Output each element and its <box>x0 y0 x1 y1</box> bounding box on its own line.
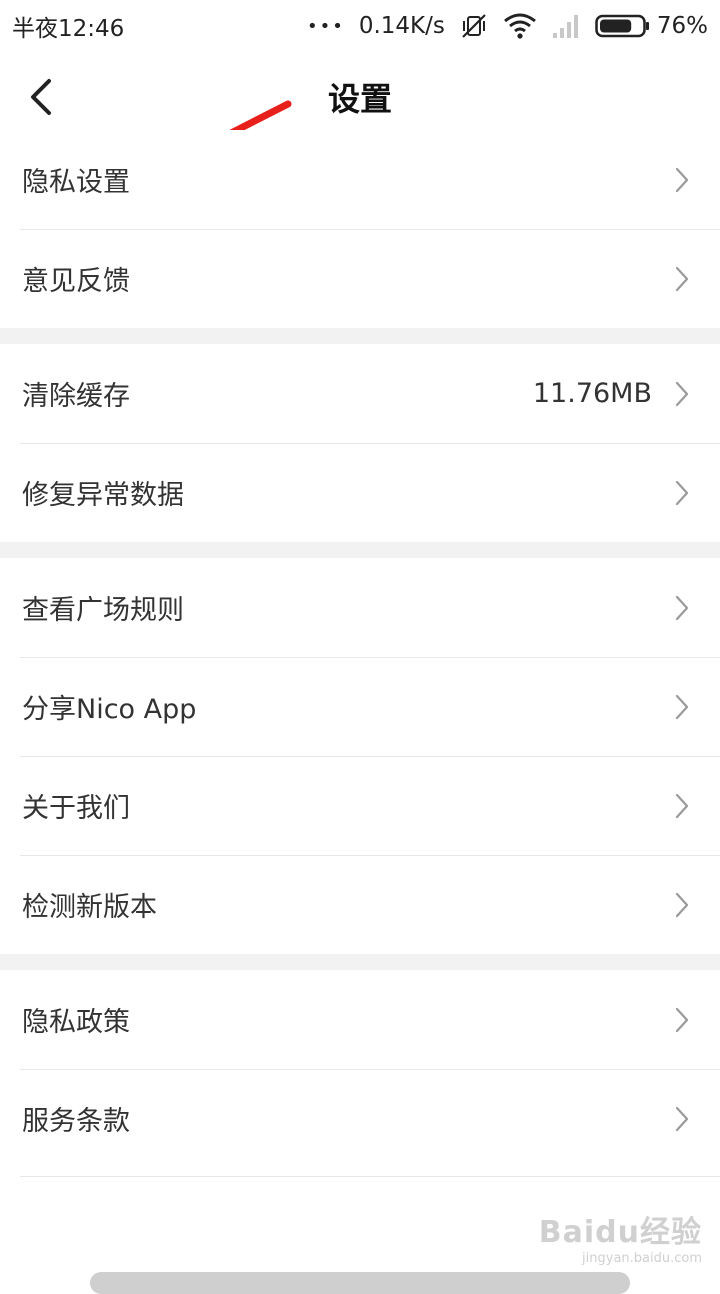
chevron-right-icon <box>675 694 689 719</box>
settings-item[interactable]: 清除缓存 11.76MB <box>0 344 720 443</box>
settings-item-label: 关于我们 <box>22 793 130 824</box>
chevron-right-icon <box>675 892 689 917</box>
settings-item-label: 清除缓存 <box>22 381 130 412</box>
signal-icon <box>551 13 581 39</box>
battery-icon <box>595 14 649 38</box>
watermark: Baidu经验 jingyan.baidu.com <box>539 1207 702 1266</box>
settings-item-label: 服务条款 <box>22 1106 130 1137</box>
settings-item[interactable]: 查看广场规则 <box>0 558 720 657</box>
bottom-handle <box>90 1272 630 1294</box>
network-speed: 0.14K/s <box>358 13 445 39</box>
settings-item-label: 隐私设置 <box>22 167 130 198</box>
settings-group: 清除缓存 11.76MB 修复异常数据 <box>0 344 720 542</box>
chevron-right-icon <box>675 1007 689 1032</box>
settings-item-label: 查看广场规则 <box>22 595 184 626</box>
battery-status: 76% <box>595 13 708 39</box>
mute-vibrate-icon <box>459 11 489 41</box>
settings-item-label: 隐私政策 <box>22 1007 130 1038</box>
settings-group: 查看广场规则 分享Nico App 关于我们检测新版本 <box>0 558 720 954</box>
settings-item[interactable]: 服务条款 <box>0 1069 720 1168</box>
chevron-right-icon <box>675 480 689 505</box>
settings-item[interactable]: 隐私政策 <box>0 970 720 1069</box>
chevron-right-icon <box>675 595 689 620</box>
chevron-right-icon <box>675 167 689 192</box>
settings-item-label: 分享Nico App <box>22 694 197 725</box>
nav-header: 设置 <box>0 52 720 140</box>
chevron-right-icon <box>675 266 689 291</box>
chevron-right-icon <box>675 381 689 406</box>
watermark-sub: jingyan.baidu.com <box>582 1251 702 1266</box>
wifi-icon <box>503 12 537 40</box>
settings-item[interactable]: 检测新版本 <box>0 855 720 954</box>
watermark-main: Baidu经验 <box>538 1215 702 1250</box>
settings-item[interactable]: 意见反馈 <box>0 229 720 328</box>
chevron-right-icon <box>675 1106 689 1131</box>
settings-item-value: 11.76MB <box>532 378 652 409</box>
settings-item[interactable]: 隐私设置 <box>0 130 720 229</box>
settings-item-label: 意见反馈 <box>22 266 130 297</box>
settings-item[interactable]: 关于我们 <box>0 756 720 855</box>
settings-list: 隐私设置 意见反馈 清除缓存 11.76MB 修复异常数据 查看广场规则 分享Nico Ap… <box>0 130 720 1168</box>
chevron-right-icon <box>675 793 689 818</box>
divider <box>20 1176 720 1177</box>
status-dots: ••• <box>306 15 345 37</box>
status-time: 半夜12:46 <box>12 16 125 42</box>
status-indicators: ••• 0.14K/s 76% <box>307 11 708 41</box>
group-separator <box>0 542 720 558</box>
group-separator <box>0 954 720 970</box>
settings-item[interactable]: 分享Nico App <box>0 657 720 756</box>
settings-group: 隐私设置 意见反馈 <box>0 130 720 328</box>
settings-item-label: 修复异常数据 <box>22 480 184 511</box>
settings-item-label: 检测新版本 <box>22 892 157 923</box>
status-bar: 半夜12:46 ••• 0.14K/s 76% <box>0 0 720 52</box>
page-title: 设置 <box>327 80 392 118</box>
settings-group: 隐私政策 服务条款 <box>0 970 720 1168</box>
settings-item[interactable]: 修复异常数据 <box>0 443 720 542</box>
battery-percent: 76% <box>656 13 708 39</box>
group-separator <box>0 328 720 344</box>
